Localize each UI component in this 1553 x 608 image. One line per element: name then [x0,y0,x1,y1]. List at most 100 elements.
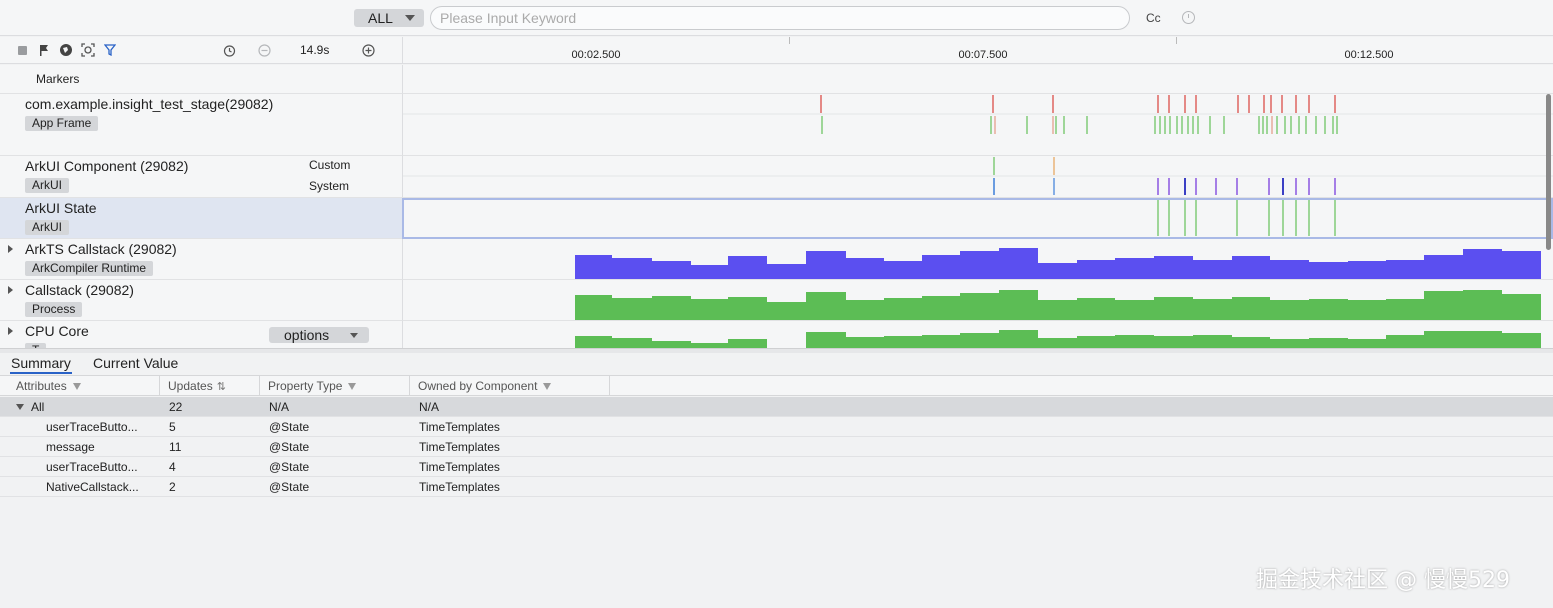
column-property-type[interactable]: Property Type [260,376,410,396]
callstack-graph [575,290,1541,320]
table-header: Attributes Updates ⇅ Property Type Owned … [0,375,1553,396]
flag-icon[interactable] [37,43,51,57]
column-owned-by[interactable]: Owned by Component [410,376,610,396]
collapse-icon[interactable] [16,404,24,410]
cell-attribute: All [31,400,45,414]
globe-icon[interactable] [59,43,73,57]
chevron-down-icon [405,15,415,21]
cell-owner: TimeTemplates [419,420,500,434]
stop-icon[interactable] [15,43,29,57]
lane-sub-system: System [309,179,350,193]
expand-arrow-icon[interactable] [8,286,13,294]
table-row[interactable]: userTraceButto... 5 @State TimeTemplates [0,417,1553,437]
lanes-scrollbar[interactable] [1546,94,1551,250]
lane-title: Markers [36,72,80,86]
cell-owner: N/A [419,400,440,414]
expand-arrow-icon[interactable] [8,245,13,253]
cell-type: @State [269,440,310,454]
lane-label-arkui-component[interactable]: ArkUI Component (29082) ArkUI Custom Sys… [0,156,402,198]
filter-icon[interactable] [348,383,357,391]
cell-type: N/A [269,400,290,414]
filter-icon[interactable] [72,383,81,391]
lane-track-app-frame[interactable] [402,94,1553,156]
time-ruler[interactable]: 00:02.500 00:07.500 00:12.500 [402,37,1553,64]
tab-current-value[interactable]: Current Value [93,355,178,371]
capture-icon[interactable] [81,43,95,57]
lane-toolbar: 14.9s [0,37,402,64]
lane-label-arkui-state[interactable]: ArkUI State ArkUI [0,198,402,239]
table-group-row[interactable]: All 22 N/A N/A [0,397,1553,417]
chevron-down-icon [350,333,358,338]
column-attributes[interactable]: Attributes [8,376,160,396]
table-row[interactable]: message 11 @State TimeTemplates [0,437,1553,457]
cell-type: @State [269,480,310,494]
lane-track-callstack[interactable] [402,280,1553,321]
filter-icon[interactable] [103,43,117,57]
lane-sub-custom: Custom [309,158,351,172]
cell-attribute: userTraceButto... [46,460,138,474]
column-updates[interactable]: Updates ⇅ [160,376,260,396]
app-frame-markers [403,95,1553,134]
table-row[interactable]: userTraceButto... 4 @State TimeTemplates [0,457,1553,477]
options-dropdown[interactable]: options [269,327,369,343]
lane-label-callstack[interactable]: Callstack (29082) Process [0,280,402,321]
zoom-level: 14.9s [300,43,330,57]
match-case-toggle[interactable]: Cc [1146,11,1161,25]
cell-owner: TimeTemplates [419,460,500,474]
watermark: 掘金技术社区 @ 慢慢529 [1256,568,1510,593]
column-label: Property Type [268,379,343,393]
lane-tag: Process [25,302,83,317]
cell-type: @State [269,460,310,474]
search-input[interactable] [430,6,1130,30]
lane-label-cpu-core[interactable]: CPU Core T options [0,321,402,348]
cell-updates: 11 [169,440,182,454]
ruler-tick [1176,37,1177,44]
tab-summary[interactable]: Summary [10,355,72,374]
lane-track-arkui-component[interactable] [402,156,1553,198]
history-icon[interactable] [1182,11,1195,24]
filter-dropdown-value: ALL [368,10,393,26]
cell-type: @State [269,420,310,434]
cell-updates: 5 [169,420,176,434]
table-row[interactable]: NativeCallstack... 2 @State TimeTemplate… [0,477,1553,497]
cell-attribute: message [46,440,95,454]
column-label: Updates [168,379,213,393]
sort-icon[interactable]: ⇅ [217,381,226,393]
lane-tag: ArkCompiler Runtime [25,261,154,276]
lane-title: CPU Core [25,323,89,339]
zoom-in-icon[interactable] [361,43,375,57]
ruler-tick-label: 00:12.500 [1344,49,1394,61]
expand-arrow-icon[interactable] [8,327,13,335]
filter-icon[interactable] [543,383,552,391]
lane-track-arkts-callstack[interactable] [402,239,1553,280]
ruler-tick-label: 00:07.500 [958,49,1008,61]
cell-attribute: NativeCallstack... [46,480,139,494]
timer-icon[interactable] [222,43,236,57]
lane-title: ArkUI Component (29082) [25,158,189,174]
lane-label-markers[interactable]: Markers [0,65,402,94]
cell-updates: 22 [169,400,183,414]
lane-label-arkts-callstack[interactable]: ArkTS Callstack (29082) ArkCompiler Runt… [0,239,402,280]
top-search-bar: ALL Cc [0,0,1553,36]
cpu-core-graph [575,330,1541,348]
lane-track-markers[interactable] [402,65,1553,94]
filter-dropdown[interactable]: ALL [354,9,424,27]
cell-owner: TimeTemplates [419,440,500,454]
cell-owner: TimeTemplates [419,480,500,494]
lane-label-app-frame[interactable]: com.example.insight_test_stage(29082) Ap… [0,94,402,156]
column-label: Attributes [16,379,67,393]
ruler-tick [789,37,790,44]
lane-tag: ArkUI [25,220,69,235]
lane-title: ArkUI State [25,200,97,216]
lane-title: com.example.insight_test_stage(29082) [25,96,274,112]
arkui-component-markers [403,157,1553,195]
column-label: Owned by Component [418,379,538,393]
lane-title: Callstack (29082) [25,282,134,298]
arkui-state-markers [1157,200,1336,236]
details-tabs: Summary Current Value [0,353,1553,375]
lane-track-arkui-state[interactable] [402,198,1553,239]
zoom-out-icon[interactable] [257,43,271,57]
lane-track-cpu-core[interactable] [402,321,1553,348]
lane-title: ArkTS Callstack (29082) [25,241,177,257]
ruler-tick-label: 00:02.500 [571,49,621,61]
